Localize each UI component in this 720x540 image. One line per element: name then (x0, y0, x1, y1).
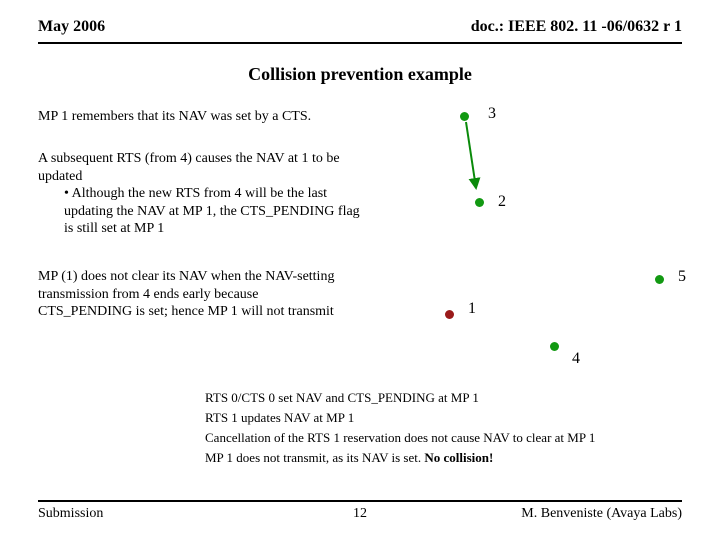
note-4-text: MP 1 does not transmit, as its NAV is se… (205, 450, 424, 465)
node-1-dot (445, 310, 454, 319)
note-4-emphasis: No collision! (424, 450, 493, 465)
note-3: Cancellation of the RTS 1 reservation do… (205, 428, 595, 448)
header-doc-id: doc.: IEEE 802. 11 -06/0632 r 1 (471, 18, 682, 36)
paragraph-2-line: A subsequent RTS (from 4) causes the NAV… (38, 151, 340, 184)
footer-page-number: 12 (38, 506, 682, 522)
node-3-dot (460, 112, 469, 121)
node-1-label: 1 (468, 300, 476, 318)
note-2: RTS 1 updates NAV at MP 1 (205, 408, 595, 428)
header-rule (38, 42, 682, 44)
node-4-dot (550, 342, 559, 351)
paragraph-3: MP (1) does not clear its NAV when the N… (38, 268, 348, 321)
node-2-dot (475, 198, 484, 207)
notes-block: RTS 0/CTS 0 set NAV and CTS_PENDING at M… (205, 388, 595, 469)
note-1: RTS 0/CTS 0 set NAV and CTS_PENDING at M… (205, 388, 595, 408)
paragraph-2-bullet: • Although the new RTS from 4 will be th… (38, 185, 368, 238)
header-date: May 2006 (38, 18, 105, 36)
slide: May 2006 doc.: IEEE 802. 11 -06/0632 r 1… (0, 0, 720, 540)
node-5-label: 5 (678, 268, 686, 286)
node-5-dot (655, 275, 664, 284)
arrow-3-to-2 (454, 118, 494, 198)
note-4: MP 1 does not transmit, as its NAV is se… (205, 448, 595, 468)
paragraph-1: MP 1 remembers that its NAV was set by a… (38, 108, 348, 126)
page-title: Collision prevention example (0, 64, 720, 85)
paragraph-2: A subsequent RTS (from 4) causes the NAV… (38, 150, 368, 238)
node-3-label: 3 (488, 105, 496, 123)
header: May 2006 doc.: IEEE 802. 11 -06/0632 r 1 (38, 18, 682, 36)
topology-diagram: 3 2 1 5 4 (420, 100, 700, 380)
node-2-label: 2 (498, 193, 506, 211)
footer: Submission 12 M. Benveniste (Avaya Labs) (38, 506, 682, 522)
node-4-label: 4 (572, 350, 580, 368)
footer-rule (38, 500, 682, 502)
